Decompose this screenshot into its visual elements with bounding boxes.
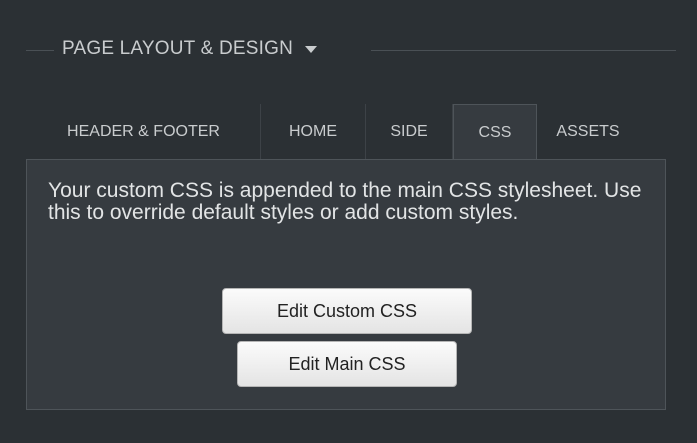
tab-label: CSS: [478, 124, 512, 141]
tab-label: SIDE: [390, 123, 428, 140]
tab-bar: HEADER & FOOTER HOME SIDE CSS ASSETS: [27, 104, 639, 161]
tab-label: HOME: [289, 123, 337, 140]
tab-side[interactable]: SIDE: [366, 104, 453, 160]
tab-home[interactable]: HOME: [261, 104, 366, 160]
section-header: PAGE LAYOUT & DESIGN: [26, 30, 676, 70]
header-rule-right: [371, 50, 676, 51]
header-rule-left: [26, 50, 54, 51]
section-title-dropdown[interactable]: PAGE LAYOUT & DESIGN: [62, 38, 318, 60]
tab-label: HEADER & FOOTER: [67, 123, 220, 140]
css-tab-content: Your custom CSS is appended to the main …: [26, 159, 666, 410]
page-layout-panel: PAGE LAYOUT & DESIGN HEADER & FOOTER HOM…: [0, 0, 697, 443]
edit-main-css-button[interactable]: Edit Main CSS: [237, 341, 457, 387]
caret-down-icon: [305, 45, 318, 53]
edit-custom-css-button[interactable]: Edit Custom CSS: [222, 288, 472, 334]
tab-header-footer[interactable]: HEADER & FOOTER: [27, 104, 261, 160]
tab-assets[interactable]: ASSETS: [537, 104, 639, 160]
tab-label: ASSETS: [556, 123, 620, 140]
tab-css[interactable]: CSS: [453, 104, 537, 161]
section-title: PAGE LAYOUT & DESIGN: [62, 38, 294, 59]
css-description: Your custom CSS is appended to the main …: [48, 179, 642, 224]
